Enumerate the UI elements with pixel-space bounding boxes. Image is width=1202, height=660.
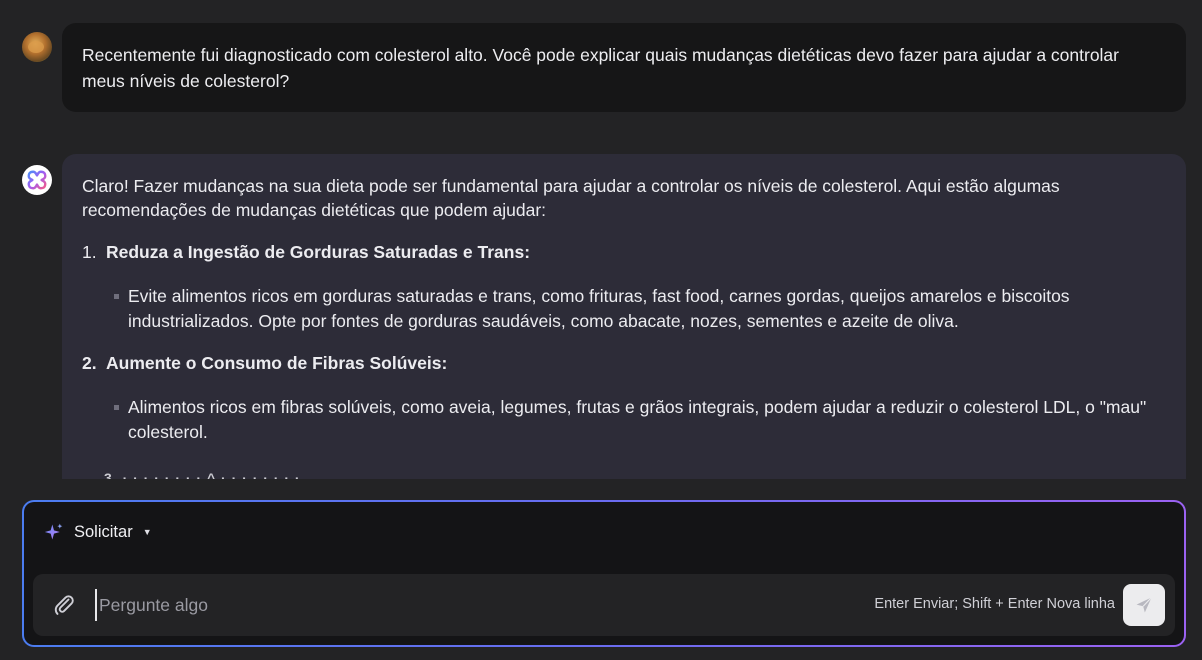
caret-down-icon: ▼ xyxy=(142,527,152,537)
bullet-marker xyxy=(114,294,119,299)
list-item-heading: 2. Aumente o Consumo de Fibras Solúveis: xyxy=(82,351,1166,375)
input-bar: Enter Enviar; Shift + Enter Nova linha xyxy=(33,574,1175,636)
assistant-logo-icon xyxy=(22,165,52,195)
send-hint: Enter Enviar; Shift + Enter Nova linha xyxy=(874,596,1115,612)
composer: Solicitar ▼ Enter Enviar; Shift + Enter … xyxy=(22,500,1186,647)
send-icon xyxy=(1136,597,1152,613)
list-number: 2. xyxy=(82,353,97,373)
chat-page: Recentemente fui diagnosticado com coles… xyxy=(0,0,1202,660)
list-item-heading: 1. Reduza a Ingestão de Gorduras Saturad… xyxy=(82,240,1166,264)
list-bullet: Evite alimentos ricos em gorduras satura… xyxy=(82,284,1166,333)
send-button[interactable] xyxy=(1123,584,1165,626)
prompt-input[interactable] xyxy=(95,589,795,621)
sparkle-icon xyxy=(44,523,63,540)
mode-selector[interactable]: Solicitar ▼ xyxy=(44,522,152,542)
paperclip-icon[interactable] xyxy=(52,593,76,617)
conversation-area: Recentemente fui diagnosticado com coles… xyxy=(0,0,1202,479)
list-bullet-text: Alimentos ricos em fibras solúveis, como… xyxy=(128,397,1147,442)
assistant-message: Claro! Fazer mudanças na sua dieta pode … xyxy=(62,154,1186,479)
assistant-intro: Claro! Fazer mudanças na sua dieta pode … xyxy=(82,176,1060,220)
truncated-line: 3. · · · · · · · · ^ · · · · · · · · xyxy=(104,470,301,479)
user-message-text: Recentemente fui diagnosticado com coles… xyxy=(82,45,1119,91)
list-item-title: Aumente o Consumo de Fibras Solúveis: xyxy=(106,353,448,373)
list-item-title: Reduza a Ingestão de Gorduras Saturadas … xyxy=(106,242,531,262)
list-bullet-text: Evite alimentos ricos em gorduras satura… xyxy=(128,286,1070,331)
bullet-marker xyxy=(114,405,119,410)
mode-label: Solicitar xyxy=(74,522,133,541)
user-avatar xyxy=(22,32,52,62)
user-message: Recentemente fui diagnosticado com coles… xyxy=(62,23,1186,112)
list-bullet: Alimentos ricos em fibras solúveis, como… xyxy=(82,395,1166,444)
list-number: 1. xyxy=(82,242,97,262)
